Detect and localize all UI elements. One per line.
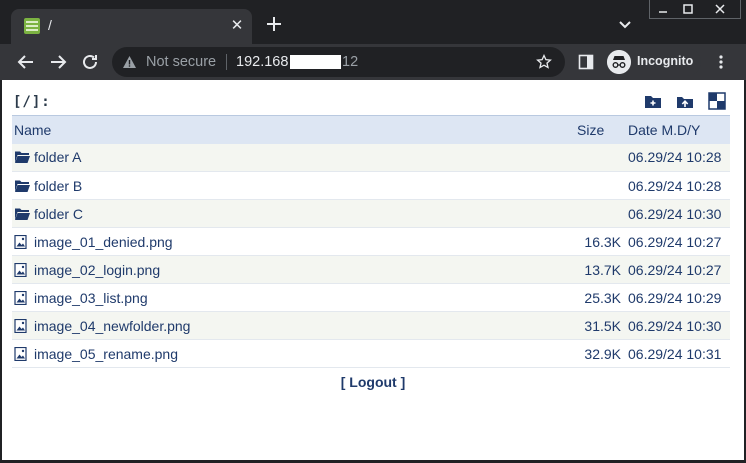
kebab-menu-icon[interactable] [715,54,727,70]
file-date: 06.29/24 10:28 [621,143,730,172]
file-name[interactable]: folder B [34,178,82,194]
address-separator [226,54,227,70]
image-file-icon [14,318,27,333]
image-file-icon [14,290,27,305]
file-date: 06.29/24 10:27 [621,227,730,256]
incognito-label: Incognito [637,54,694,68]
warning-icon[interactable] [122,55,137,69]
reload-icon[interactable] [80,52,100,72]
bookmark-star-icon[interactable] [536,54,552,70]
window-close-icon[interactable] [700,0,740,18]
folder-icon [14,180,30,192]
column-header-name[interactable]: Name [12,115,575,144]
select-toggle-icon[interactable] [708,92,726,110]
file-name-cell[interactable]: image_03_list.png [12,283,575,312]
file-listing-table: Name Size Date M.D/Y folder A 06.29/24 1… [12,115,730,368]
file-name-cell[interactable]: image_02_login.png [12,255,575,284]
incognito-chip[interactable]: Incognito [605,48,701,76]
maximize-icon[interactable] [675,0,700,18]
table-row[interactable]: image_04_newfolder.png 31.5K 06.29/24 10… [12,311,730,340]
file-size [575,199,621,228]
table-header-row: Name Size Date M.D/Y [12,115,730,144]
column-header-size[interactable]: Size [575,115,621,144]
file-name-cell[interactable]: folder A [12,143,575,172]
file-date: 06.29/24 10:30 [621,199,730,228]
file-size: 16.3K [575,227,621,256]
file-size: 31.5K [575,311,621,340]
image-file-icon [14,346,27,361]
url-host-tail: 12 [342,54,359,70]
file-name[interactable]: image_03_list.png [34,290,148,306]
tab-close-icon[interactable]: ✕ [226,15,248,37]
file-size [575,143,621,172]
file-date: 06.29/24 10:27 [621,255,730,284]
new-tab-icon[interactable] [264,14,284,34]
current-path: [/]: [13,94,51,110]
file-name-cell[interactable]: image_01_denied.png [12,227,575,256]
file-name[interactable]: folder A [34,149,81,165]
file-size: 13.7K [575,255,621,284]
file-name-cell[interactable]: image_05_rename.png [12,339,575,368]
table-row[interactable]: image_03_list.png 25.3K 06.29/24 10:29 [12,283,730,312]
url-host: 192.168 [236,54,289,70]
tab-title: / [48,17,52,33]
file-name[interactable]: folder C [34,206,83,222]
page-viewport: [/]: Name Size Date M.D/Y folder A 06.29… [2,80,744,460]
file-name-cell[interactable]: folder B [12,171,575,200]
side-panel-icon[interactable] [578,54,594,70]
logout-link[interactable]: [ Logout ] [341,374,406,390]
forward-arrow-icon[interactable] [48,52,68,72]
file-size: 32.9K [575,339,621,368]
browser-toolbar: Not secure 192.168 12 Incognito [0,44,746,80]
file-date: 06.29/24 10:29 [621,283,730,312]
file-name[interactable]: image_02_login.png [34,262,160,278]
tab-favicon-icon [24,18,40,34]
file-date: 06.29/24 10:30 [621,311,730,340]
file-name[interactable]: image_05_rename.png [34,346,178,362]
table-row[interactable]: image_02_login.png 13.7K 06.29/24 10:27 [12,255,730,284]
logout-row: [ Logout ] [2,374,744,390]
browser-tab[interactable]: / ✕ [11,9,252,44]
address-bar[interactable]: Not secure 192.168 12 [112,47,565,77]
tab-search-chevron-icon[interactable] [617,17,633,33]
url-redaction [290,55,341,69]
back-arrow-icon[interactable] [16,52,36,72]
table-row[interactable]: image_05_rename.png 32.9K 06.29/24 10:31 [12,339,730,368]
image-file-icon [14,262,27,277]
file-name[interactable]: image_01_denied.png [34,234,173,250]
image-file-icon [14,234,27,249]
file-name-cell[interactable]: folder C [12,199,575,228]
new-folder-icon[interactable] [644,92,662,110]
security-status[interactable]: Not secure [146,54,216,70]
folder-icon [14,151,30,164]
folder-icon [14,208,30,220]
file-size: 25.3K [575,283,621,312]
minimize-icon[interactable] [650,0,675,18]
file-date: 06.29/24 10:28 [621,171,730,200]
table-row[interactable]: image_01_denied.png 16.3K 06.29/24 10:27 [12,227,730,256]
file-name-cell[interactable]: image_04_newfolder.png [12,311,575,340]
upload-icon[interactable] [676,92,694,110]
table-row[interactable]: folder C 06.29/24 10:30 [12,199,730,228]
browser-titlebar: / ✕ [0,0,746,44]
column-header-date[interactable]: Date M.D/Y [621,115,730,144]
file-name[interactable]: image_04_newfolder.png [34,318,190,334]
file-date: 06.29/24 10:31 [621,339,730,368]
incognito-icon [607,50,631,74]
window-controls [649,0,741,19]
table-row[interactable]: folder A 06.29/24 10:28 [12,143,730,172]
file-size [575,171,621,200]
table-row[interactable]: folder B 06.29/24 10:28 [12,171,730,200]
